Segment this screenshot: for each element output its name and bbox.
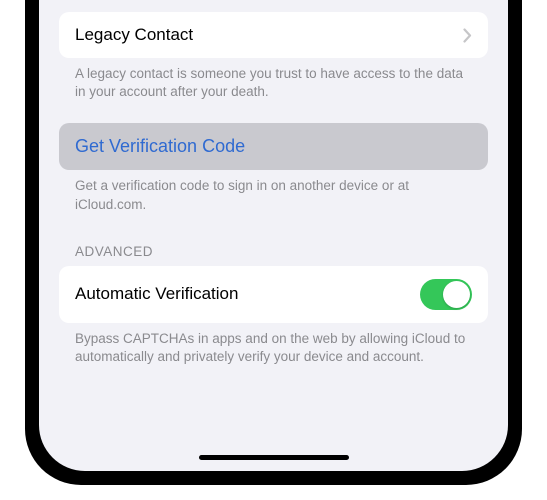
get-verification-code-label: Get Verification Code [75, 136, 245, 157]
get-verification-code-button[interactable]: Get Verification Code [59, 123, 488, 170]
get-verification-code-footer: Get a verification code to sign in on an… [59, 170, 488, 213]
screen: Legacy Contact A legacy contact is someo… [39, 0, 508, 471]
phone-frame: Legacy Contact A legacy contact is someo… [25, 0, 522, 485]
legacy-contact-row[interactable]: Legacy Contact [59, 12, 488, 58]
automatic-verification-footer: Bypass CAPTCHAs in apps and on the web b… [59, 323, 488, 366]
automatic-verification-toggle[interactable] [420, 279, 472, 310]
advanced-section-header: ADVANCED [59, 244, 488, 266]
automatic-verification-label: Automatic Verification [75, 284, 238, 304]
automatic-verification-row[interactable]: Automatic Verification [59, 266, 488, 323]
legacy-contact-footer: A legacy contact is someone you trust to… [59, 58, 488, 101]
home-indicator[interactable] [199, 455, 349, 460]
legacy-contact-label: Legacy Contact [75, 25, 193, 45]
phone-inner-frame: Legacy Contact A legacy contact is someo… [35, 0, 512, 475]
chevron-right-icon [463, 28, 472, 43]
